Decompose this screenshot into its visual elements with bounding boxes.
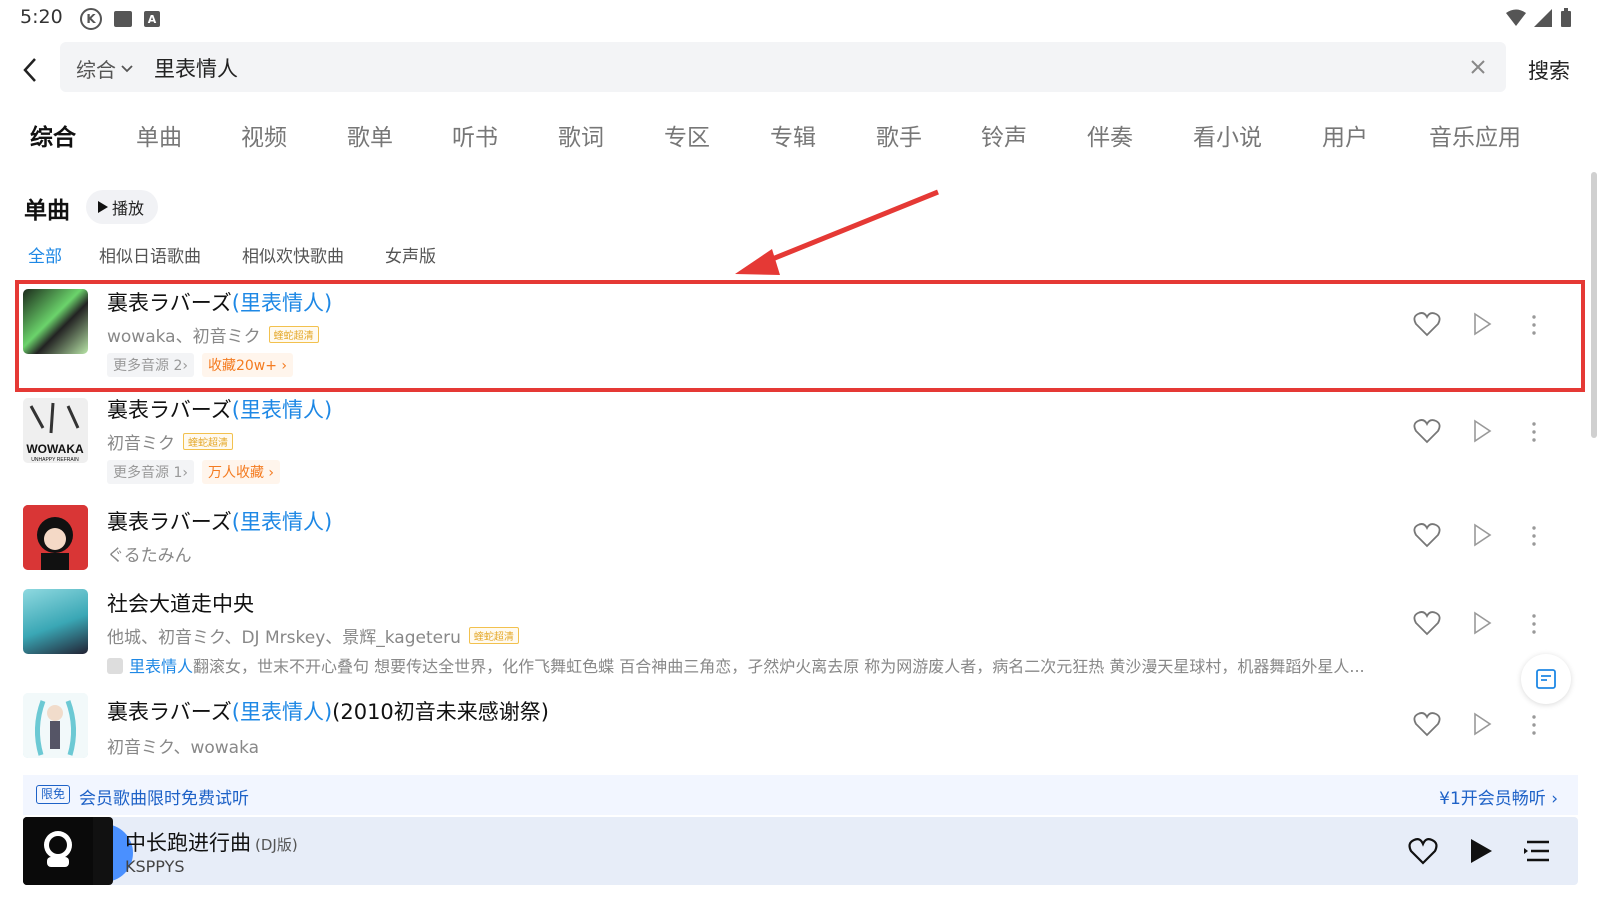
play-icon[interactable] [1468,837,1494,865]
album-cover: WOWAKA UNHAPPY REFRAIN [23,398,88,463]
tab-artists[interactable]: 歌手 [876,118,922,152]
play-all-button[interactable]: 播放 [86,190,159,224]
lyric-tag-icon [107,658,123,674]
status-system-icons [1506,8,1572,28]
scrollbar[interactable] [1591,172,1597,438]
play-next-icon[interactable] [1470,418,1494,444]
tab-playlists[interactable]: 歌单 [347,118,393,152]
more-options-icon[interactable] [1530,613,1538,635]
play-next-icon[interactable] [1470,610,1494,636]
heart-icon[interactable] [1408,837,1438,865]
search-box[interactable]: 综合 里表情人 [60,42,1506,92]
cover-art [23,817,93,885]
status-bar: 5:20 K A [0,0,1600,36]
category-tabs: 综合 单曲 视频 歌单 听书 歌词 专区 专辑 歌手 铃声 伴奏 看小说 用户 … [0,118,1600,158]
heart-icon[interactable] [1413,418,1441,444]
player-cover[interactable] [23,817,113,885]
album-cover [23,505,88,570]
tab-lyrics[interactable]: 歌词 [558,118,604,152]
filter-female-version[interactable]: 女声版 [385,242,436,267]
song-meta: 更多音源 1› 万人收藏 › [107,460,281,484]
cover-art [23,693,88,758]
song-title: 裏表ラバーズ(里表情人) [107,510,333,534]
now-playing-artist: KSPPYS [125,857,185,876]
tab-all[interactable]: 综合 [30,118,76,152]
filter-similar-japanese[interactable]: 相似日语歌曲 [99,242,201,267]
tab-songs[interactable]: 单曲 [136,118,182,152]
more-options-icon[interactable] [1530,421,1538,443]
image-notification-icon [114,11,132,27]
quality-badge: 蝰蛇超清 [183,433,233,450]
song-title: 裏表ラバーズ(里表情人)(2010初音未来感谢祭) [107,700,549,724]
mini-player[interactable]: 中长跑进行曲 (DJ版) KSPPYS [23,817,1578,885]
play-next-icon[interactable] [1470,522,1494,548]
tab-zone[interactable]: 专区 [664,118,710,152]
song-artist: ぐるたみん [107,546,192,566]
album-cover [23,589,88,654]
search-button[interactable]: 搜索 [1528,55,1570,85]
cover-art: WOWAKA UNHAPPY REFRAIN [23,398,88,463]
tab-music-apps[interactable]: 音乐应用 [1429,118,1521,152]
quality-badge: 蝰蛇超清 [468,627,519,644]
highlight-box [15,280,1585,392]
tab-videos[interactable]: 视频 [241,118,287,152]
more-options-icon[interactable] [1530,525,1538,547]
filter-all[interactable]: 全部 [28,242,62,267]
more-options-icon[interactable] [1530,714,1538,736]
back-button[interactable] [12,52,48,88]
section-title: 单曲 [24,198,70,224]
now-playing-title: 中长跑进行曲 (DJ版) [125,831,298,855]
tab-novels[interactable]: 看小说 [1193,118,1262,152]
clear-icon[interactable] [1466,55,1490,79]
a-notification-icon: A [144,11,160,27]
search-scope-dropdown[interactable]: 综合 [76,54,134,83]
tab-albums[interactable]: 专辑 [770,118,816,152]
tab-accompaniment[interactable]: 伴奏 [1087,118,1133,152]
search-input[interactable]: 里表情人 [154,53,238,83]
song-title: 裏表ラバーズ(里表情人) [107,398,333,422]
tab-audiobooks[interactable]: 听书 [452,118,498,152]
cover-art [23,505,88,570]
song-artist: 初音ミク 蝰蛇超清 [107,429,233,454]
vip-banner[interactable]: 限免 会员歌曲限时免费试听 ¥1开会员畅听 › [23,775,1578,815]
battery-icon [1561,8,1571,27]
free-trial-badge: 限免 [36,785,71,804]
chevron-down-icon [121,64,133,72]
song-title: 社会大道走中央 [107,592,254,616]
favorites-count[interactable]: 万人收藏 › [201,460,281,484]
play-icon [98,201,108,213]
svg-text:WOWAKA: WOWAKA [26,442,84,456]
back-arrow-icon [23,58,36,82]
playlist-icon[interactable] [1523,839,1551,863]
heart-icon[interactable] [1413,711,1441,737]
heart-icon[interactable] [1413,522,1441,548]
tab-ringtones[interactable]: 铃声 [981,118,1027,152]
song-artist: 初音ミク、wowaka [107,738,260,758]
lyrics-float-button[interactable] [1521,654,1571,704]
edit-note-icon [1536,669,1556,689]
play-all-label: 播放 [112,199,145,218]
signal-icon [1534,9,1552,27]
song-artist: 他城、初音ミク、DJ Mrskey、景辉_kageteru 蝰蛇超清 [107,623,519,648]
vip-subscribe-link[interactable]: ¥1开会员畅听 › [1439,784,1558,809]
more-sources-link[interactable]: 更多音源 1› [107,460,194,484]
tab-users[interactable]: 用户 [1322,118,1368,152]
play-next-icon[interactable] [1470,711,1494,737]
status-notification-icons: K A [80,8,160,30]
filter-similar-upbeat[interactable]: 相似欢快歌曲 [242,242,344,267]
vip-banner-text: 会员歌曲限时免费试听 [79,789,249,809]
album-cover [23,693,88,758]
svg-text:UNHAPPY REFRAIN: UNHAPPY REFRAIN [31,457,79,463]
wifi-icon [1506,9,1526,26]
k-app-icon: K [80,8,102,30]
lyric-snippet: 里表情人翻滚女，世末不开心叠句 想要传达全世界，化作飞舞虹色蝶 百合神曲三角恋，… [107,653,1437,677]
search-scope-label: 综合 [76,58,116,82]
heart-icon[interactable] [1413,610,1441,636]
status-time: 5:20 [20,6,63,28]
